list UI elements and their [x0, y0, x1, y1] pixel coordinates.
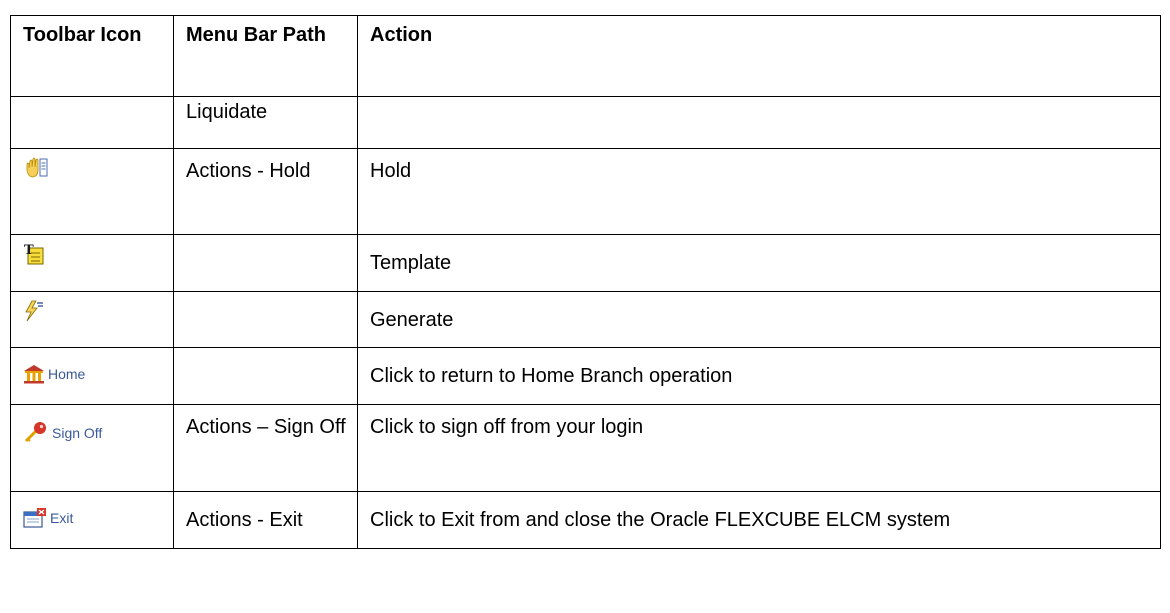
template-icon[interactable]: T [23, 242, 45, 266]
hand-hold-icon[interactable] [23, 156, 49, 180]
menu-path-cell [173, 347, 358, 405]
action-cell: Template [357, 234, 1161, 292]
action-cell: Click to sign off from your login [357, 404, 1161, 492]
icon-cell: Exit [10, 491, 174, 549]
header-menu-bar-path: Menu Bar Path [173, 15, 358, 97]
icon-cell: T [10, 234, 174, 292]
toolbar-reference-table: Toolbar Icon Menu Bar Path Action Liquid… [10, 15, 1161, 549]
svg-text:T: T [24, 243, 34, 258]
icon-cell [10, 148, 174, 235]
action-cell [357, 96, 1161, 149]
header-toolbar-icon: Toolbar Icon [10, 15, 174, 97]
table-row: Liquidate [10, 96, 1161, 149]
icon-cell: Sign Off [10, 404, 174, 492]
table-header-row: Toolbar Icon Menu Bar Path Action [10, 15, 1161, 97]
header-action: Action [357, 15, 1161, 97]
home-icon-label: Home [48, 366, 86, 382]
icon-cell: Home [10, 347, 174, 405]
sign-off-icon-label: Sign Off [52, 425, 103, 441]
table-row: Home Click to return to Home Branch oper… [10, 347, 1161, 405]
exit-icon-label: Exit [50, 510, 74, 526]
action-cell: Click to return to Home Branch operation [357, 347, 1161, 405]
table-row: T Template [10, 234, 1161, 292]
table-row: Actions - Hold Hold [10, 148, 1161, 235]
menu-path-cell [173, 234, 358, 292]
table-row: Exit Actions - Exit Click to Exit from a… [10, 491, 1161, 549]
menu-path-cell [173, 291, 358, 348]
action-cell: Hold [357, 148, 1161, 235]
home-bank-icon[interactable]: Home [23, 362, 85, 386]
menu-path-cell: Actions – Sign Off [173, 404, 358, 492]
icon-cell [10, 291, 174, 348]
key-sign-off-icon[interactable]: Sign Off [23, 421, 102, 445]
lightning-generate-icon[interactable] [23, 299, 45, 323]
menu-path-cell: Actions - Hold [173, 148, 358, 235]
table-row: Sign Off Actions – Sign Off Click to sig… [10, 404, 1161, 492]
exit-window-icon[interactable]: Exit [23, 506, 73, 530]
menu-path-cell: Liquidate [173, 96, 358, 149]
table-row: Generate [10, 291, 1161, 348]
menu-path-cell: Actions - Exit [173, 491, 358, 549]
action-cell: Click to Exit from and close the Oracle … [357, 491, 1161, 549]
icon-cell [10, 96, 174, 149]
action-cell: Generate [357, 291, 1161, 348]
